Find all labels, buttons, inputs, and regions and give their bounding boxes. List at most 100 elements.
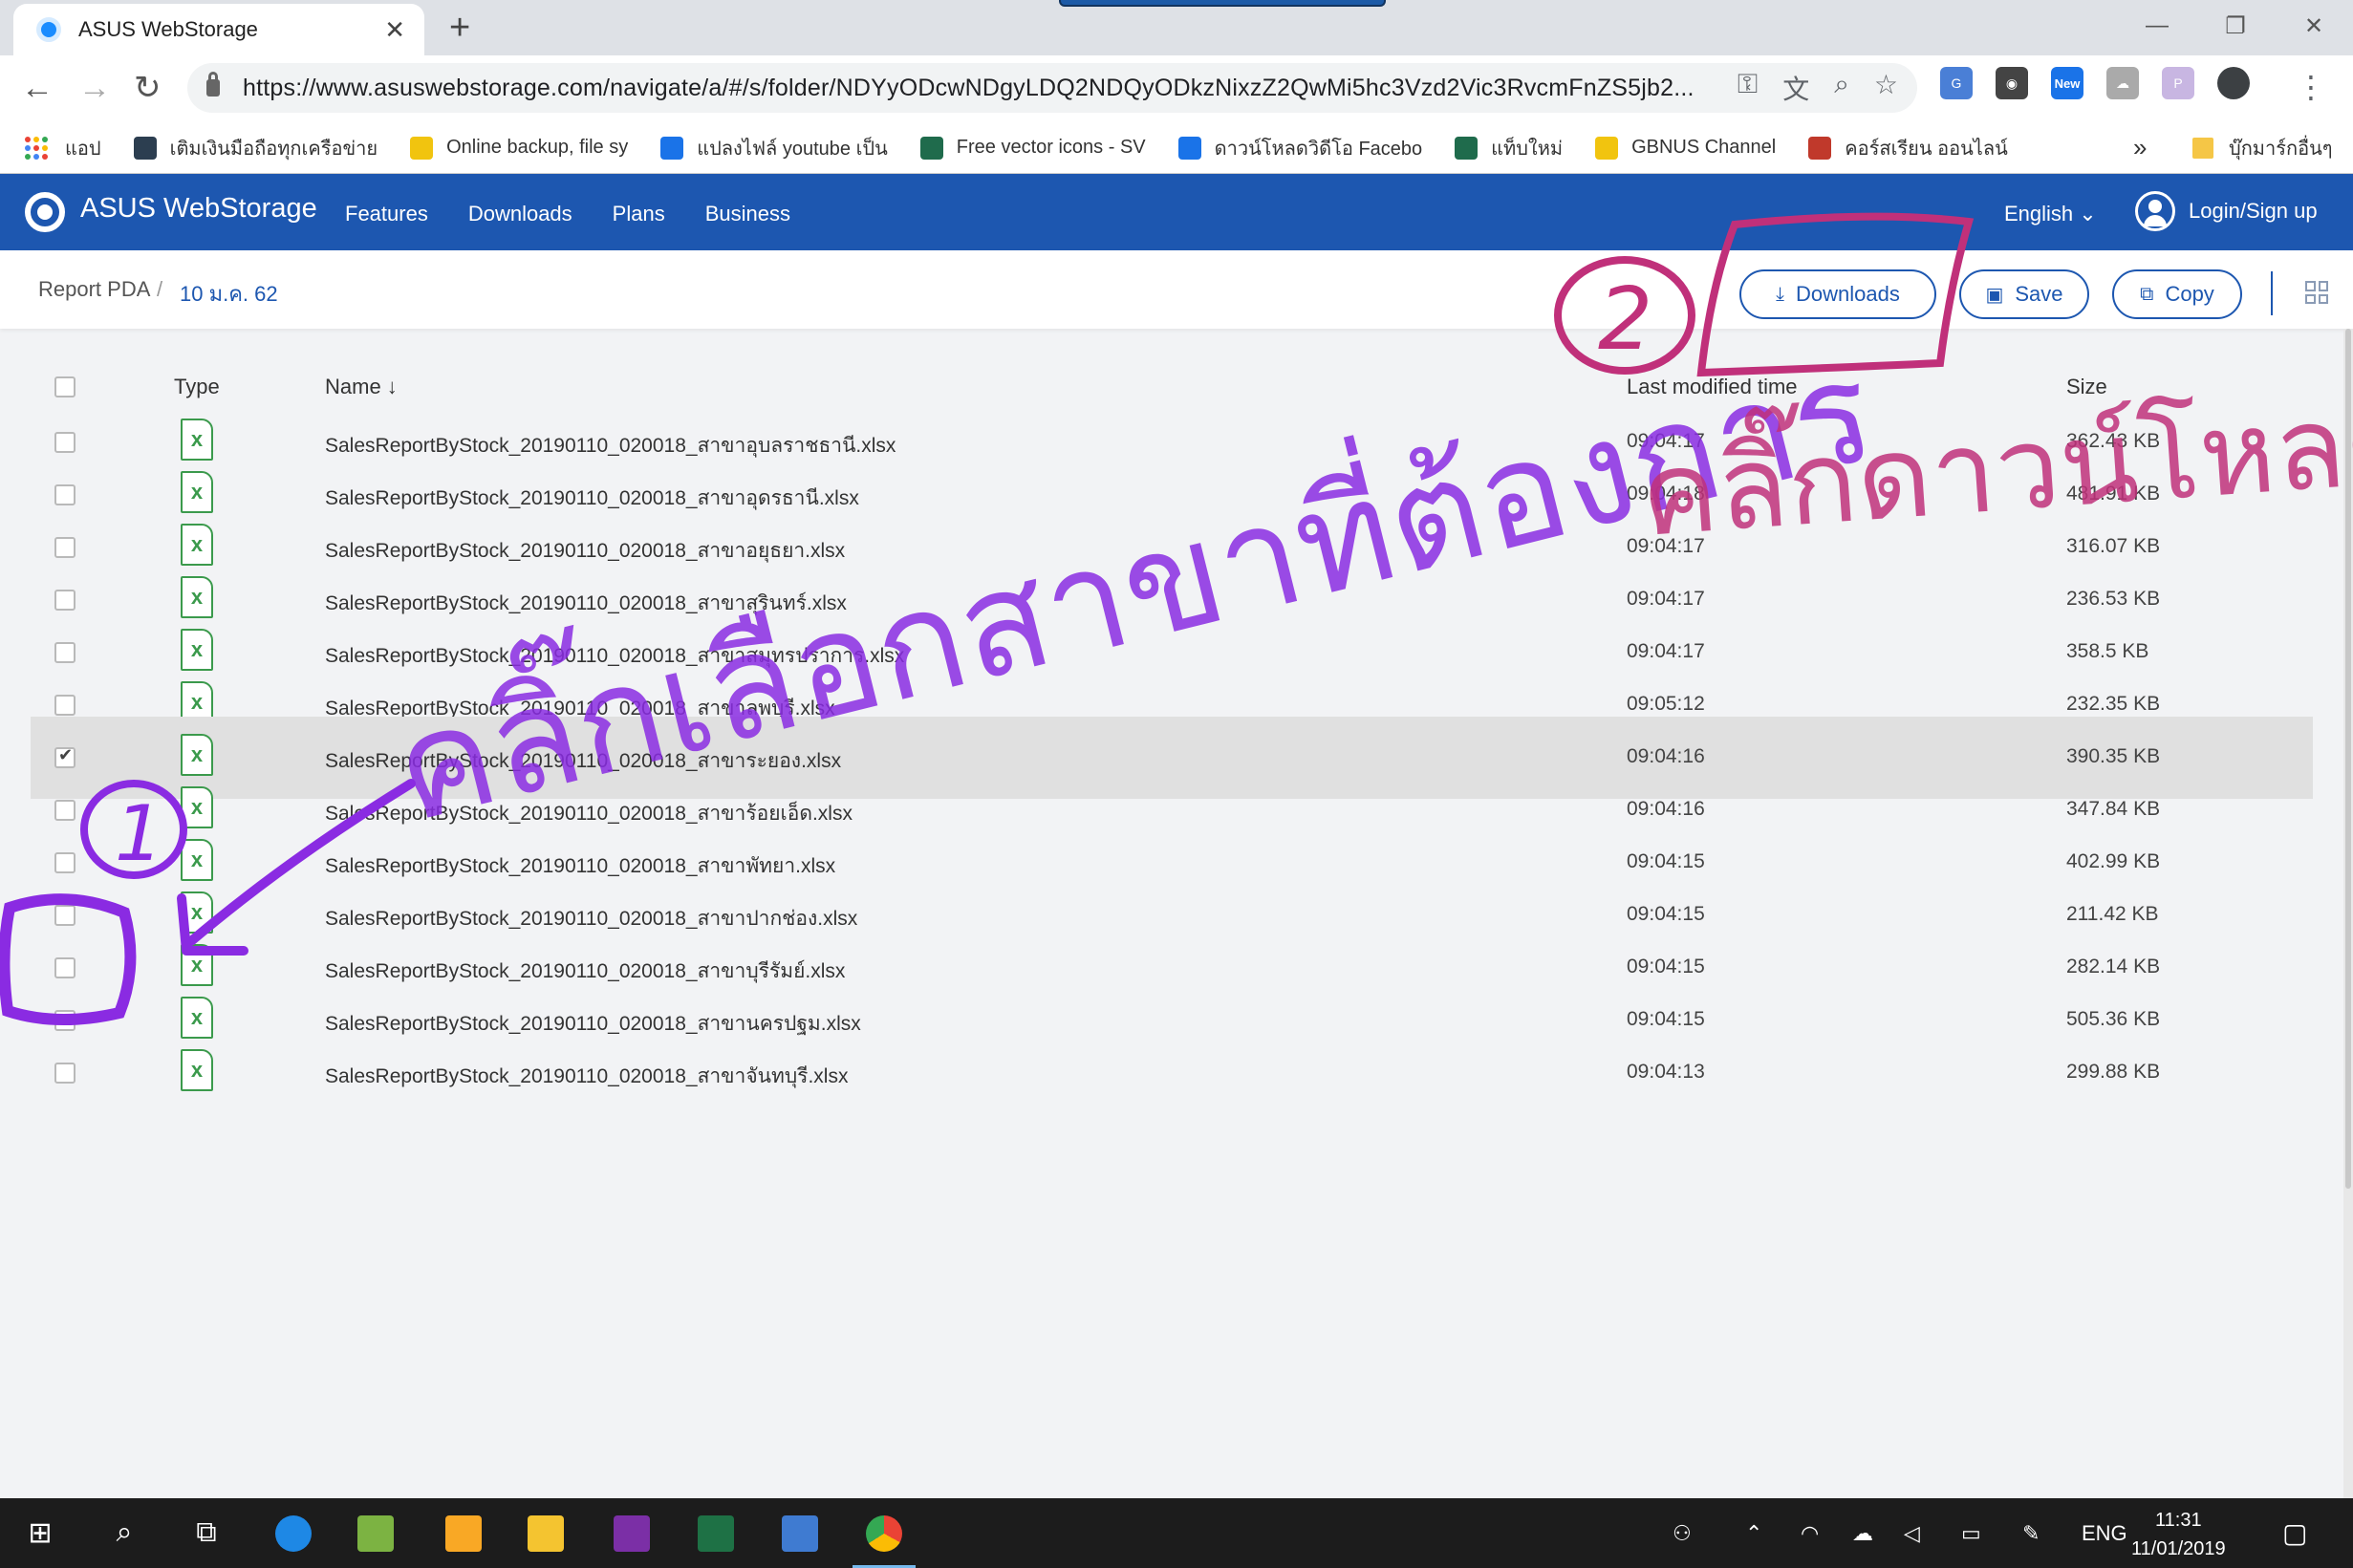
row-checkbox[interactable] bbox=[54, 484, 76, 505]
profile-avatar[interactable] bbox=[2217, 67, 2250, 99]
login-signup-button[interactable]: Login/Sign up bbox=[2135, 191, 2318, 231]
back-arrow-icon[interactable]: ← bbox=[21, 69, 54, 107]
column-size[interactable]: Size bbox=[2066, 375, 2107, 399]
key-icon[interactable]: ⚿ bbox=[1738, 69, 1758, 107]
new-extension-icon[interactable]: New bbox=[2051, 67, 2083, 99]
battery-icon[interactable]: ▭ bbox=[1961, 1521, 1981, 1546]
pdf-extension-icon[interactable]: P bbox=[2162, 67, 2194, 99]
bookmark-item[interactable]: Online backup, file sy bbox=[410, 136, 628, 160]
chrome-icon[interactable] bbox=[853, 1515, 916, 1568]
brand-name[interactable]: ASUS WebStorage bbox=[80, 193, 317, 225]
row-checkbox[interactable] bbox=[54, 1010, 76, 1031]
row-checkbox[interactable] bbox=[54, 432, 76, 453]
bookmark-star-icon[interactable]: ☆ bbox=[1874, 69, 1898, 107]
row-checkbox[interactable] bbox=[54, 957, 76, 978]
bookmark-item[interactable]: GBNUS Channel bbox=[1595, 136, 1776, 160]
input-language[interactable]: ENG bbox=[2082, 1521, 2127, 1546]
system-clock[interactable]: 11:31 11/01/2019 bbox=[2131, 1506, 2226, 1563]
show-hidden-icons-icon[interactable]: ⌃ bbox=[1745, 1521, 1762, 1546]
close-tab-icon[interactable]: ✕ bbox=[384, 15, 405, 45]
pen-icon[interactable]: ✎ bbox=[2022, 1521, 2040, 1546]
file-modified-time: 09:04:17 bbox=[1627, 535, 1705, 557]
onedrive-cloud-icon[interactable]: ☁ bbox=[1852, 1521, 1873, 1546]
save-button[interactable]: ▣ Save bbox=[1959, 269, 2089, 319]
lightbulb-extension-icon[interactable]: ◉ bbox=[1996, 67, 2028, 99]
row-checkbox[interactable] bbox=[54, 537, 76, 558]
language-selector[interactable]: English ⌄ bbox=[2004, 202, 2097, 226]
column-name-sort[interactable]: Name ↓ bbox=[325, 375, 398, 399]
nav-features[interactable]: Features bbox=[345, 202, 428, 226]
reload-icon[interactable]: ↻ bbox=[134, 69, 162, 107]
file-size: 505.36 KB bbox=[2066, 1008, 2161, 1030]
forward-arrow-icon[interactable]: → bbox=[78, 69, 111, 107]
translate-icon[interactable]: 文 bbox=[1782, 69, 1809, 107]
file-size: 481.91 KB bbox=[2066, 483, 2161, 505]
column-modified[interactable]: Last modified time bbox=[1627, 375, 1798, 399]
row-checkbox[interactable] bbox=[54, 642, 76, 663]
volume-icon[interactable]: ◁ bbox=[1904, 1521, 1920, 1546]
remote-desktop-icon[interactable] bbox=[782, 1515, 818, 1552]
breadcrumb-root[interactable]: Report PDA bbox=[38, 277, 150, 302]
browser-menu-icon[interactable]: ⋮ bbox=[2296, 69, 2326, 105]
row-checkbox[interactable] bbox=[54, 852, 76, 873]
action-center-icon[interactable]: ▢ bbox=[2282, 1517, 2307, 1549]
bookmark-item[interactable]: แอป bbox=[65, 133, 101, 163]
bookmarks-overflow-button[interactable]: » bbox=[2133, 133, 2147, 162]
bookmark-item[interactable]: แท็บใหม่ bbox=[1455, 133, 1563, 163]
apps-grid-icon[interactable] bbox=[25, 136, 48, 160]
table-row[interactable]: x SalesReportByStock_20190110_020018_สาขา… bbox=[0, 1032, 2343, 1114]
minimize-icon[interactable]: — bbox=[2118, 0, 2196, 52]
url-text[interactable]: https://www.asuswebstorage.com/navigate/… bbox=[243, 75, 1715, 102]
row-checkbox[interactable] bbox=[54, 590, 76, 611]
windows-start-icon[interactable]: ⊞ bbox=[19, 1512, 61, 1554]
cloud-extension-icon[interactable]: ☁ bbox=[2106, 67, 2139, 99]
row-checkbox[interactable] bbox=[54, 905, 76, 926]
bookmark-item[interactable]: เติมเงินมือถือทุกเครือข่าย bbox=[133, 133, 378, 163]
bookmark-item[interactable]: ดาวน์โหลดวิดีโอ Facebo bbox=[1177, 133, 1422, 163]
row-checkbox[interactable] bbox=[54, 695, 76, 716]
grid-view-icon[interactable] bbox=[2305, 281, 2328, 304]
paint-app-icon[interactable] bbox=[357, 1515, 394, 1552]
other-bookmarks-folder[interactable]: บุ๊กมาร์กอื่นๆ bbox=[2192, 133, 2333, 163]
address-bar[interactable]: https://www.asuswebstorage.com/navigate/… bbox=[187, 63, 1917, 113]
row-checkbox[interactable] bbox=[54, 800, 76, 821]
close-window-icon[interactable]: ✕ bbox=[2275, 0, 2353, 52]
vertical-scrollbar[interactable] bbox=[2343, 329, 2353, 1498]
nav-plans[interactable]: Plans bbox=[613, 202, 665, 226]
scrollbar-thumb[interactable] bbox=[2345, 329, 2351, 1189]
row-checkbox[interactable] bbox=[54, 1063, 76, 1084]
browser-tabstrip: ASUS WebStorage ✕ + — ❐ ✕ bbox=[0, 0, 2353, 55]
bookmark-item[interactable]: Free vector icons - SV bbox=[919, 136, 1146, 160]
breadcrumb-separator: / bbox=[157, 277, 163, 301]
restore-icon[interactable]: ❐ bbox=[2196, 0, 2275, 52]
copy-button[interactable]: ⧉ Copy bbox=[2112, 269, 2242, 319]
asus-webstorage-favicon-icon bbox=[36, 17, 61, 42]
tab-title: ASUS WebStorage bbox=[78, 17, 258, 41]
asus-webstorage-logo-icon[interactable] bbox=[25, 192, 65, 232]
file-size: 362.43 KB bbox=[2066, 430, 2161, 452]
new-tab-button[interactable]: + bbox=[449, 10, 470, 46]
file-name[interactable]: SalesReportByStock_20190110_020018_สาขาจ… bbox=[325, 1061, 848, 1092]
edge-browser-icon[interactable] bbox=[275, 1515, 312, 1552]
downloads-button[interactable]: ⤓ Downloads bbox=[1739, 269, 1936, 319]
row-checkbox[interactable] bbox=[54, 745, 76, 768]
onenote-icon[interactable] bbox=[614, 1515, 650, 1552]
excel-icon[interactable] bbox=[698, 1515, 734, 1552]
bookmark-item[interactable]: แปลงไฟล์ youtube เป็น bbox=[660, 133, 888, 163]
search-icon[interactable]: ⌕ bbox=[103, 1512, 145, 1554]
bookmark-label: คอร์สเรียน ออนไลน์ bbox=[1845, 138, 2008, 160]
browser-tab[interactable]: ASUS WebStorage ✕ bbox=[13, 4, 424, 55]
nav-downloads[interactable]: Downloads bbox=[468, 202, 572, 226]
file-explorer-icon[interactable] bbox=[528, 1515, 564, 1552]
google-translate-extension-icon[interactable]: G bbox=[1940, 67, 1973, 99]
nav-business[interactable]: Business bbox=[705, 202, 790, 226]
people-icon[interactable]: ⚇ bbox=[1673, 1521, 1692, 1546]
bookmark-favicon-icon bbox=[1595, 136, 1619, 160]
wifi-icon[interactable]: ◠ bbox=[1801, 1521, 1819, 1546]
task-view-icon[interactable]: ⧉ bbox=[185, 1512, 227, 1554]
bookmark-item[interactable]: คอร์สเรียน ออนไลน์ bbox=[1808, 133, 2008, 163]
select-all-checkbox[interactable] bbox=[54, 376, 76, 397]
onedrive-folder-icon[interactable] bbox=[445, 1515, 482, 1552]
bookmark-favicon-icon bbox=[1808, 136, 1832, 160]
zoom-icon[interactable]: ⌕ bbox=[1834, 69, 1849, 107]
